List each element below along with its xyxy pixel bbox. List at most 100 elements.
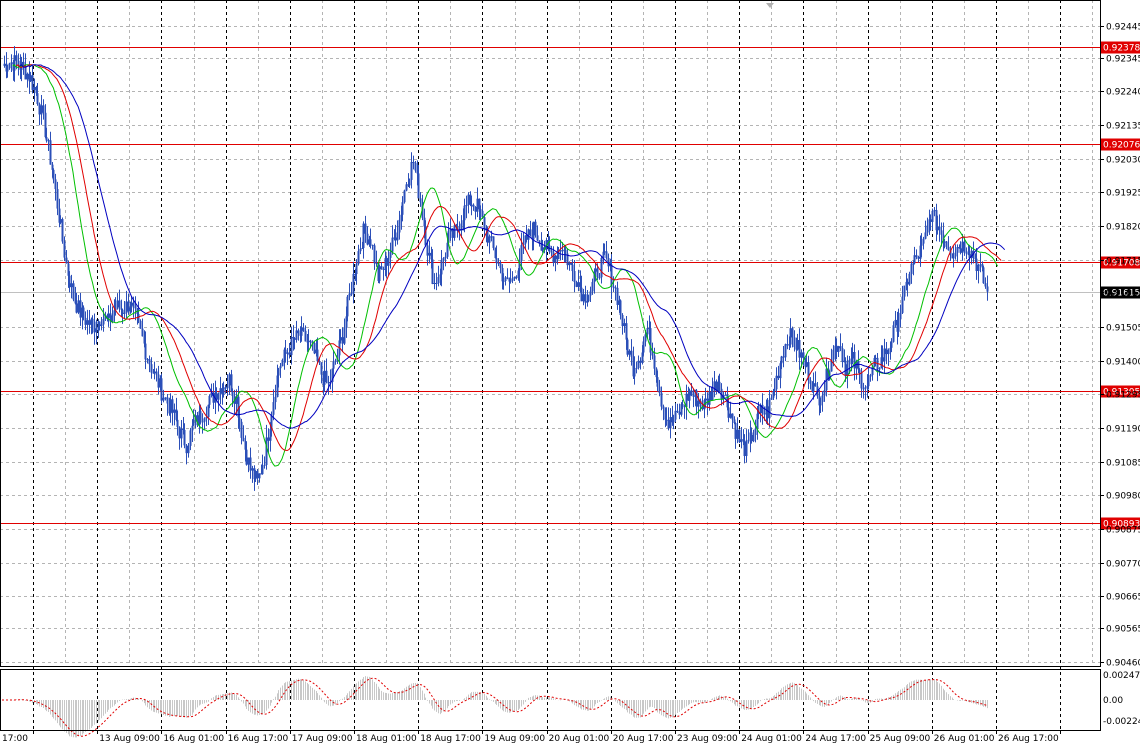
candle-body bbox=[616, 287, 619, 305]
candle-body bbox=[979, 264, 982, 266]
candle-body bbox=[176, 419, 179, 427]
candle-body bbox=[676, 410, 679, 412]
candle-body bbox=[428, 252, 431, 256]
candle-body bbox=[373, 245, 376, 264]
candle-body bbox=[954, 252, 957, 257]
candle-body bbox=[263, 464, 266, 466]
chart-shift-marker-icon bbox=[766, 3, 774, 8]
candle-body bbox=[740, 439, 743, 443]
candle-body bbox=[619, 300, 622, 316]
candle-body bbox=[45, 137, 48, 141]
candle-body bbox=[520, 245, 523, 261]
price-tick-label: 0.90875 bbox=[1106, 526, 1140, 536]
candle-body bbox=[929, 219, 932, 222]
candle-body bbox=[894, 319, 897, 326]
candle-body bbox=[318, 361, 321, 363]
candle-body bbox=[323, 370, 326, 385]
candle-body bbox=[727, 407, 730, 418]
candle-body bbox=[798, 339, 801, 358]
candle-body bbox=[780, 356, 783, 364]
time-tick-label: 13 Aug 09:00 bbox=[99, 734, 160, 744]
candle-body bbox=[571, 264, 574, 272]
candle-body bbox=[635, 367, 638, 369]
candle-body bbox=[419, 198, 422, 203]
horizontal-levels: 0.923780.920760.917080.913050.908930.916… bbox=[0, 41, 1140, 530]
candle-body bbox=[36, 93, 39, 104]
candle-body bbox=[385, 258, 388, 266]
candle-body bbox=[465, 205, 468, 207]
candle-body bbox=[892, 325, 895, 342]
candle-body bbox=[369, 239, 372, 245]
candle-body bbox=[88, 320, 91, 325]
candle-body bbox=[70, 283, 73, 288]
candle-body bbox=[203, 418, 206, 422]
time-tick-label: 24 Aug 17:00 bbox=[805, 734, 866, 744]
candle-body bbox=[265, 437, 268, 465]
candle-body bbox=[63, 241, 66, 258]
candle-body bbox=[394, 237, 397, 241]
candle-body bbox=[738, 429, 741, 443]
candle-body bbox=[42, 105, 45, 113]
candle-body bbox=[288, 352, 291, 356]
candle-body bbox=[286, 352, 289, 354]
candle-body bbox=[488, 236, 491, 243]
candle-body bbox=[718, 381, 721, 389]
price-tick-label: 0.91820 bbox=[1106, 223, 1140, 233]
candle-body bbox=[254, 470, 257, 480]
candle-body bbox=[910, 263, 913, 274]
candle-body bbox=[626, 339, 629, 355]
candle-body bbox=[777, 375, 780, 379]
time-tick-label: 18 Aug 01:00 bbox=[356, 734, 417, 744]
candle-body bbox=[897, 319, 900, 332]
candle-body bbox=[86, 320, 89, 325]
candle-body bbox=[660, 392, 663, 407]
candle-body bbox=[768, 399, 771, 419]
candle-body bbox=[146, 359, 149, 361]
candle-body bbox=[249, 457, 252, 471]
candle-body bbox=[917, 256, 920, 259]
candle-body bbox=[481, 210, 484, 218]
price-chart[interactable]: 0.923780.920760.917080.913050.908930.916… bbox=[0, 0, 1140, 754]
candle-body bbox=[139, 320, 142, 329]
candle-body bbox=[118, 300, 121, 309]
candle-body bbox=[938, 226, 941, 231]
candle-body bbox=[564, 249, 567, 254]
candle-body bbox=[320, 362, 323, 375]
price-tick-label: 0.90565 bbox=[1106, 625, 1140, 635]
candle-body bbox=[766, 406, 769, 419]
candle-body bbox=[352, 273, 355, 294]
price-tick-label: 0.92030 bbox=[1106, 156, 1140, 166]
candle-body bbox=[357, 251, 360, 264]
time-tick-label: 18 Aug 17:00 bbox=[420, 734, 481, 744]
candle-body bbox=[68, 275, 71, 288]
candle-body bbox=[426, 245, 429, 256]
candle-body bbox=[612, 286, 615, 288]
candle-body bbox=[343, 327, 346, 344]
candle-body bbox=[382, 268, 385, 270]
candle-body bbox=[986, 286, 989, 292]
candle-body bbox=[561, 250, 564, 252]
candle-body bbox=[267, 437, 270, 441]
candle-body bbox=[506, 277, 509, 279]
candle-body bbox=[52, 169, 55, 180]
candle-body bbox=[642, 341, 645, 353]
candle-body bbox=[327, 382, 330, 384]
candle-body bbox=[433, 282, 436, 284]
candle-body bbox=[59, 219, 62, 223]
candle-body bbox=[258, 473, 261, 479]
candle-body bbox=[93, 321, 96, 333]
candle-body bbox=[201, 421, 204, 423]
candle-body bbox=[678, 411, 681, 415]
osc-tick-label: 0.00 bbox=[1103, 696, 1123, 706]
candle-body bbox=[577, 282, 580, 287]
candle-body bbox=[185, 445, 188, 454]
candle-body bbox=[408, 179, 411, 186]
candle-body bbox=[355, 263, 358, 275]
candle-body bbox=[414, 162, 417, 171]
candle-body bbox=[173, 409, 176, 413]
candle-body bbox=[362, 223, 365, 249]
candle-body bbox=[552, 252, 555, 263]
candle-body bbox=[690, 390, 693, 396]
price-tick-label: 0.92345 bbox=[1106, 55, 1140, 65]
candle-body bbox=[961, 241, 964, 253]
